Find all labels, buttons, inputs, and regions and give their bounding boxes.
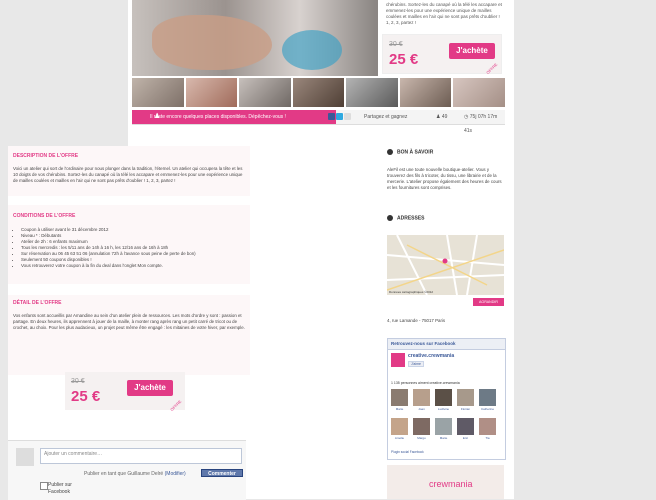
crewmania-banner[interactable]: crewmania [387, 465, 504, 499]
places-banner: ♟ Il reste encore quelques places dispon… [132, 110, 351, 124]
comment-box: Ajouter un commentaire… Publier en tant … [8, 440, 246, 500]
thumbnail[interactable] [399, 78, 452, 107]
thumbnail-strip [132, 78, 506, 107]
address-title-text: ADRESSES [397, 215, 425, 222]
fan-name[interactable]: Margo [413, 436, 430, 440]
conditions-block: CONDITIONS DE L'OFFRE Coupon à utiliser … [8, 205, 250, 284]
price-box: 30 € 25 € J'achète OFFRE [382, 34, 502, 76]
thumbnail[interactable] [453, 78, 506, 107]
share-count: ♟ 49 [436, 114, 448, 120]
bottom-price-box: 30 € 25 € J'achète OFFRE [65, 372, 185, 413]
address-title: ADRESSES [387, 215, 425, 221]
publish-as: Publier en tant que Guillaume Delré (Mod… [84, 471, 186, 477]
offer-summary: chérubins. Sortez-les du canapé où la té… [386, 2, 502, 25]
detail-text: Vos enfants sont accueillis par Amandine… [13, 313, 245, 330]
map-marker [442, 258, 448, 264]
modify-link[interactable]: (Modifier) [165, 471, 186, 477]
know-text: AleFil est une toute nouvelle boutique-a… [387, 167, 502, 190]
conditions-title: CONDITIONS DE L'OFFRE [13, 213, 76, 219]
new-price: 25 € [389, 51, 419, 68]
fan-avatar[interactable] [413, 418, 430, 435]
description-block: DESCRIPTION DE L'OFFRE Voici un atelier … [8, 146, 250, 196]
thumbnail[interactable] [346, 78, 398, 107]
people-icon: ♟ [154, 113, 161, 120]
fans-count: 1 135 personnes aiment creative.crewmani… [391, 381, 460, 385]
hero-image: chérubins. Sortez-les du canapé où la té… [132, 0, 505, 76]
share-label[interactable]: Partagez et gagnez [364, 110, 407, 124]
publish-fb-label: Publier sur Facebook [48, 482, 72, 495]
facebook-icon[interactable] [328, 113, 335, 120]
fan-name[interactable]: Marie [435, 436, 452, 440]
buy-button[interactable]: J'achète [449, 43, 495, 59]
sidebar: BON À SAVOIR AleFil est une toute nouvel… [387, 146, 507, 499]
page-logo [391, 353, 405, 367]
fan-name[interactable]: Amélie [391, 436, 408, 440]
bottom-offre-tag: OFFRE [169, 398, 183, 413]
publish-checkbox[interactable] [40, 482, 48, 490]
fan-avatar[interactable] [391, 389, 408, 406]
fan-name[interactable]: Marie [391, 407, 408, 411]
comment-input[interactable]: Ajouter un commentaire… [40, 448, 242, 464]
old-price: 30 € [389, 41, 403, 48]
map-roads [387, 235, 504, 295]
map[interactable]: Données cartographiques ©2012 [387, 235, 504, 295]
offre-tag: OFFRE [485, 61, 499, 76]
like-button[interactable]: J'aime [408, 361, 425, 367]
fan-avatar[interactable] [479, 389, 496, 406]
fan-name[interactable]: Joan [413, 407, 430, 411]
thumbnail[interactable] [292, 78, 345, 107]
comment-button[interactable]: Commenter [201, 469, 243, 477]
enlarge-button[interactable]: AGRANDIR [473, 298, 504, 306]
address-text: 4, rue Lamande - 75017 Paris [387, 318, 446, 323]
fan-name[interactable]: Catherine [479, 407, 496, 411]
countdown: ◷ 75j 07h 17m 41s [464, 114, 498, 134]
bottom-buy-button[interactable]: J'achète [127, 380, 173, 396]
description-text: Voici un atelier qui sort de l'ordinaire… [13, 166, 243, 183]
fan-avatar[interactable] [435, 418, 452, 435]
description-title: DESCRIPTION DE L'OFFRE [13, 153, 79, 159]
facebook-box-title: Retrouvez-nous sur Facebook [388, 339, 505, 350]
crewmania-logo: crewmania [429, 479, 473, 489]
avatar [16, 448, 34, 466]
detail-title: DÉTAIL DE L'OFFRE [13, 300, 62, 306]
fan-avatar[interactable] [479, 418, 496, 435]
pin-icon [387, 215, 393, 221]
email-icon[interactable] [344, 113, 351, 120]
fb-page-name[interactable]: creative.crewmania [408, 353, 454, 359]
fan-avatar[interactable] [457, 418, 474, 435]
fan-avatar[interactable] [457, 389, 474, 406]
twitter-icon[interactable] [336, 113, 343, 120]
fan-avatar[interactable] [413, 389, 430, 406]
map-caption: Données cartographiques ©2012 [389, 290, 434, 294]
fan-name[interactable]: Tia [479, 436, 496, 440]
detail-block: DÉTAIL DE L'OFFRE Vos enfants sont accue… [8, 295, 250, 375]
conditions-list: Coupon à utiliser avant le 31 décembre 2… [13, 227, 245, 269]
countdown-value: 75j 07h 17m 41s [464, 114, 498, 134]
fan-name[interactable]: Ludivine [435, 407, 452, 411]
places-text: Il reste encore quelques places disponib… [150, 114, 286, 120]
wool-image [282, 30, 342, 70]
info-icon [387, 149, 393, 155]
price-panel: chérubins. Sortez-les du canapé où la té… [378, 0, 505, 76]
fan-name[interactable]: Eric [457, 436, 474, 440]
fan-avatar[interactable] [391, 418, 408, 435]
fan-avatar[interactable] [435, 389, 452, 406]
thumbnail[interactable] [185, 78, 238, 107]
fan-name[interactable]: Florian [457, 407, 474, 411]
know-title-text: BON À SAVOIR [397, 149, 434, 156]
hand-image [152, 15, 272, 70]
thumbnail[interactable] [239, 78, 291, 107]
thumbnail[interactable] [132, 78, 184, 107]
know-title: BON À SAVOIR [387, 149, 433, 155]
condition-item: Vous retrouverez votre coupon à la fin d… [21, 263, 245, 269]
bottom-old-price: 30 € [71, 378, 85, 385]
status-bar: ♟ Il reste encore quelques places dispon… [132, 110, 505, 134]
share-count-value: 49 [441, 114, 448, 120]
fb-plugin-label: Plugin social Facebook [391, 450, 424, 454]
facebook-box: Retrouvez-nous sur Facebook creative.cre… [387, 338, 506, 460]
publish-as-text: Publier en tant que Guillaume Delré [84, 471, 164, 477]
bottom-new-price: 25 € [71, 388, 101, 405]
